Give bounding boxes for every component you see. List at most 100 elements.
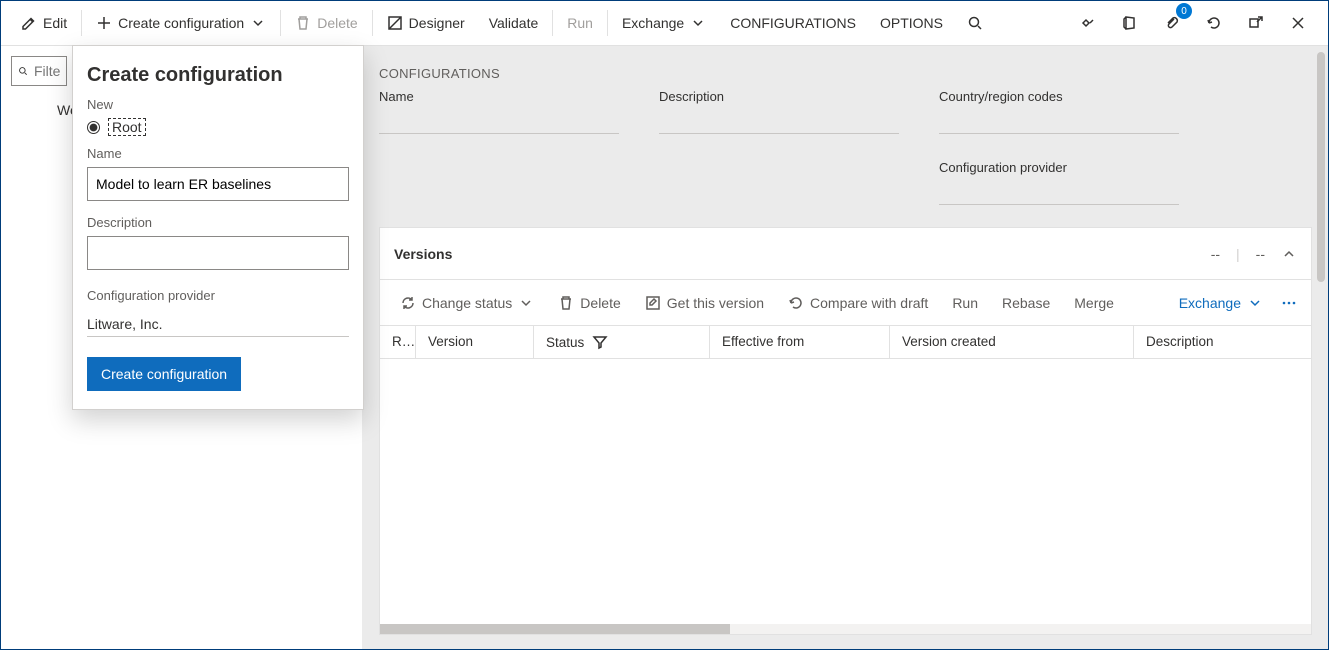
chevron-down-icon (690, 15, 706, 31)
fields-row: Name Description Country/region codes Co… (379, 89, 1312, 205)
field-country-label: Country/region codes (939, 89, 1179, 104)
section-title: CONFIGURATIONS (379, 46, 1312, 89)
change-status-button[interactable]: Change status (388, 281, 546, 325)
refresh-button[interactable] (1198, 7, 1230, 39)
chevron-down-icon (250, 15, 266, 31)
configurations-tab[interactable]: CONFIGURATIONS (718, 1, 868, 45)
close-button[interactable] (1282, 7, 1314, 39)
versions-delete-button[interactable]: Delete (546, 281, 632, 325)
filter-icon[interactable] (592, 334, 608, 350)
col-effective[interactable]: Effective from (710, 326, 890, 358)
field-name-label: Name (379, 89, 619, 104)
root-radio[interactable] (87, 121, 100, 134)
trash-icon (295, 15, 311, 31)
versions-dash1: -- (1211, 246, 1220, 262)
new-label: New (87, 97, 349, 112)
search-icon (18, 63, 28, 79)
filter-input[interactable] (34, 63, 60, 79)
options-label: OPTIONS (880, 15, 943, 31)
right-panel: CONFIGURATIONS Name Description Country/… (363, 46, 1328, 649)
designer-button[interactable]: Designer (375, 1, 477, 45)
versions-toolbar: Change status Delete Get this version (380, 280, 1311, 326)
get-this-version-button[interactable]: Get this version (633, 281, 776, 325)
versions-exchange-button[interactable]: Exchange (1167, 281, 1275, 325)
field-name: Name (379, 89, 619, 205)
separator (372, 10, 373, 36)
separator (552, 10, 553, 36)
root-radio-row[interactable]: Root (87, 118, 349, 136)
search-button[interactable] (955, 1, 995, 45)
rebase-button[interactable]: Rebase (990, 281, 1062, 325)
versions-run-button[interactable]: Run (940, 281, 990, 325)
edit-box-icon (645, 295, 661, 311)
create-configuration-label: Create configuration (118, 15, 244, 31)
field-description-label: Description (659, 89, 899, 104)
refresh-icon (1206, 15, 1222, 31)
create-configuration-button[interactable]: Create configuration (84, 1, 278, 45)
popout-icon (1248, 15, 1264, 31)
compare-button[interactable]: Compare with draft (776, 281, 940, 325)
col-status[interactable]: Status (534, 326, 710, 358)
field-country-value[interactable] (939, 108, 1179, 134)
exchange-button[interactable]: Exchange (610, 1, 718, 45)
run-button[interactable]: Run (555, 1, 605, 45)
configurations-label: CONFIGURATIONS (730, 15, 856, 31)
edit-label: Edit (43, 15, 67, 31)
paperclip-icon (1164, 15, 1180, 31)
vertical-scrollbar[interactable] (1317, 52, 1325, 635)
toolbar-right: 0 (1072, 7, 1320, 39)
chevron-up-icon[interactable] (1281, 246, 1297, 262)
field-description-value[interactable] (659, 108, 899, 134)
root-radio-label: Root (108, 118, 146, 136)
separator (280, 10, 281, 36)
name-input[interactable] (87, 167, 349, 201)
options-tab[interactable]: OPTIONS (868, 1, 955, 45)
col-description[interactable]: Description (1134, 326, 1311, 358)
field-description: Description (659, 89, 899, 205)
field-provider-value[interactable] (939, 179, 1179, 205)
plus-icon (96, 15, 112, 31)
provider-value-text: Litware, Inc. (87, 316, 162, 332)
chevron-down-icon (1247, 295, 1263, 311)
cycle-icon (400, 295, 416, 311)
popout-button[interactable] (1240, 7, 1272, 39)
col-r[interactable]: R... (380, 326, 416, 358)
exchange-label: Exchange (622, 15, 684, 31)
connector-icon-button[interactable] (1072, 7, 1104, 39)
description-input[interactable] (87, 236, 349, 270)
field-name-value[interactable] (379, 108, 619, 134)
versions-dash2: -- (1256, 246, 1265, 262)
edit-button[interactable]: Edit (9, 1, 79, 45)
create-configuration-submit[interactable]: Create configuration (87, 357, 241, 391)
desc-label: Description (87, 215, 349, 230)
vertical-scrollbar-thumb[interactable] (1317, 52, 1325, 282)
validate-label: Validate (489, 15, 539, 31)
office-icon (1122, 15, 1138, 31)
versions-more-button[interactable] (1275, 281, 1303, 325)
col-version[interactable]: Version (416, 326, 534, 358)
designer-label: Designer (409, 15, 465, 31)
attachments-button[interactable]: 0 (1156, 7, 1188, 39)
validate-button[interactable]: Validate (477, 1, 551, 45)
horizontal-scrollbar[interactable] (380, 624, 1311, 634)
trash-icon (558, 295, 574, 311)
versions-header: Versions -- | -- (380, 228, 1311, 280)
app-toolbar: Edit Create configuration Delete Designe… (1, 1, 1328, 46)
office-icon-button[interactable] (1114, 7, 1146, 39)
col-created[interactable]: Version created (890, 326, 1134, 358)
versions-delete-label: Delete (580, 295, 620, 311)
chevron-down-icon (518, 295, 534, 311)
name-label: Name (87, 146, 349, 161)
horizontal-scrollbar-thumb[interactable] (380, 624, 730, 634)
close-icon (1290, 15, 1306, 31)
compare-label: Compare with draft (810, 295, 928, 311)
filter-box[interactable] (11, 56, 67, 86)
more-icon (1281, 295, 1297, 311)
grid-body[interactable] (380, 359, 1311, 624)
get-this-version-label: Get this version (667, 295, 764, 311)
rebase-label: Rebase (1002, 295, 1050, 311)
delete-label: Delete (317, 15, 357, 31)
delete-button[interactable]: Delete (283, 1, 369, 45)
separator (81, 10, 82, 36)
merge-button[interactable]: Merge (1062, 281, 1126, 325)
